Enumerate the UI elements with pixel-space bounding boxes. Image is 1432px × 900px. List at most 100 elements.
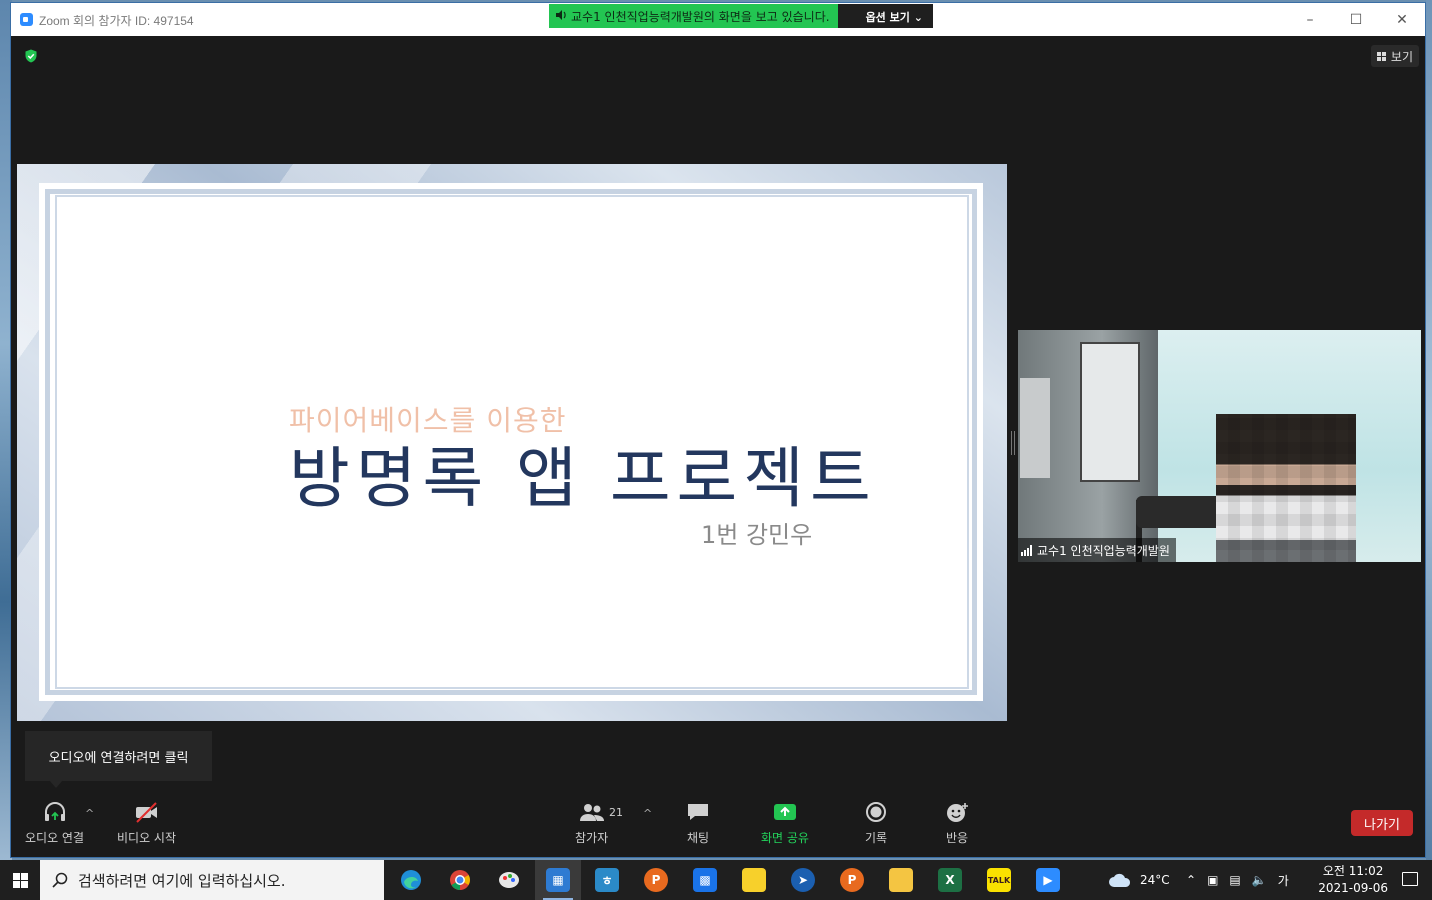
security-shield-icon[interactable]	[24, 49, 38, 63]
reactions-label: 반응	[945, 831, 969, 845]
volume-muted-icon[interactable]: 🔈	[1252, 873, 1267, 887]
zoom-app[interactable]: ▶	[1032, 864, 1064, 896]
chat-label: 채팅	[686, 831, 710, 845]
chrome-icon	[450, 870, 470, 890]
view-options-label: 옵션 보기	[865, 11, 910, 24]
windows-taskbar: 검색하려면 여기에 입력하십시오. ▦ ㅎ P ▩ ➤ P X TALK ▶ 2…	[0, 860, 1432, 900]
splitter-handle[interactable]	[1011, 431, 1015, 455]
weather-widget[interactable]: 24°C	[1108, 860, 1170, 900]
windows-logo-icon	[12, 872, 28, 888]
network-icon[interactable]: ▤	[1229, 873, 1240, 887]
chevron-down-icon: ⌄	[913, 11, 923, 24]
meet-now-icon[interactable]: ▣	[1207, 873, 1218, 887]
calendar-icon: ▩	[693, 868, 717, 892]
desktop-wallpaper-right	[1426, 0, 1432, 860]
zoom-meeting-window: Zoom 회의 참가자 ID: 497154 – ☐ ✕ 교수1 인천직업능력개…	[10, 2, 1426, 858]
video-off-icon	[135, 802, 157, 823]
powerpoint-icon: P	[644, 868, 668, 892]
screen-share-banner: 교수1 인천직업능력개발원의 화면을 보고 있습니다. 옵션 보기 ⌄	[549, 4, 933, 28]
video-calendar	[1020, 378, 1050, 478]
record-icon	[866, 802, 886, 822]
record-button[interactable]: 기록	[863, 801, 889, 846]
slide-author: 1번 강민우	[701, 521, 813, 549]
meeting-toolbar: 오디오 연결 ^ 비디오 시작 참가자 21 ^ 채팅 화면 공유 기록 반응	[11, 791, 1425, 857]
taskbar-search[interactable]: 검색하려면 여기에 입력하십시오.	[40, 860, 384, 900]
system-tray: ⌃ ▣ ▤ 🔈 가	[1186, 860, 1289, 900]
hangul-icon: ㅎ	[595, 868, 619, 892]
weather-temperature: 24°C	[1140, 873, 1170, 887]
grid-view-icon	[1376, 51, 1387, 61]
notification-center-icon[interactable]	[1402, 872, 1418, 886]
taskbar-clock[interactable]: 오전 11:02 2021-09-06	[1318, 863, 1388, 897]
edge-app[interactable]	[395, 864, 427, 896]
kakaotalk-app[interactable]: TALK	[983, 864, 1015, 896]
share-screen-label: 화면 공유	[761, 831, 809, 845]
search-icon	[52, 872, 68, 888]
calculator-app[interactable]: ▦	[542, 864, 574, 896]
slide-title: 방명록 앱 프로젝트	[289, 440, 877, 517]
search-placeholder: 검색하려면 여기에 입력하십시오.	[78, 871, 286, 890]
pilot-app[interactable]: ➤	[787, 864, 819, 896]
close-button[interactable]: ✕	[1379, 3, 1425, 36]
leave-button[interactable]: 나가기	[1351, 810, 1413, 836]
window-title: Zoom 회의 참가자 ID: 497154	[39, 14, 194, 28]
view-options-button[interactable]: 옵션 보기 ⌄	[837, 4, 933, 28]
headphones-icon	[44, 802, 65, 821]
paint-app[interactable]	[493, 864, 525, 896]
share-screen-button[interactable]: 화면 공유	[761, 801, 809, 846]
sticky-notes-icon	[742, 868, 766, 892]
view-label: 보기	[1390, 49, 1413, 64]
ime-indicator[interactable]: 가	[1278, 872, 1289, 889]
signal-strength-icon	[1021, 544, 1032, 556]
share-status: 교수1 인천직업능력개발원의 화면을 보고 있습니다.	[549, 4, 838, 28]
video-board	[1080, 342, 1140, 482]
audio-tooltip-tail	[49, 780, 63, 788]
participants-label: 참가자	[575, 831, 609, 845]
chrome-app[interactable]	[444, 864, 476, 896]
zoom-logo-icon	[20, 13, 33, 26]
tray-expand-icon[interactable]: ⌃	[1186, 873, 1196, 887]
kakaotalk-icon: TALK	[987, 868, 1011, 892]
powerpoint-icon: P	[840, 868, 864, 892]
slide-content: 파이어베이스를 이용한 방명록 앱 프로젝트 1번 강민우	[55, 195, 969, 689]
calendar-app[interactable]: ▩	[689, 864, 721, 896]
file-explorer-app[interactable]	[885, 864, 917, 896]
zoom-icon: ▶	[1036, 868, 1060, 892]
participant-count: 21	[609, 806, 623, 819]
pilot-icon: ➤	[791, 868, 815, 892]
participants-icon	[579, 804, 604, 821]
record-label: 기록	[864, 831, 888, 845]
shared-screen-slide: 파이어베이스를 이용한 방명록 앱 프로젝트 1번 강민우	[17, 164, 1007, 721]
start-video-button[interactable]: 비디오 시작	[117, 801, 176, 846]
minimize-button[interactable]: –	[1287, 3, 1333, 36]
participant-name: 교수1 인천직업능력개발원	[1037, 543, 1170, 558]
edge-icon	[401, 870, 421, 890]
clock-date: 2021-09-06	[1318, 881, 1388, 895]
audio-options-caret[interactable]: ^	[85, 807, 94, 820]
powerpoint-app[interactable]: P	[640, 864, 672, 896]
participants-options-caret[interactable]: ^	[643, 807, 652, 820]
participant-video[interactable]: 교수1 인천직업능력개발원	[1018, 330, 1421, 562]
clock-time: 오전 11:02	[1322, 864, 1384, 878]
join-audio-button[interactable]: 오디오 연결	[25, 801, 84, 846]
emoji-reaction-icon	[947, 803, 968, 822]
audio-tooltip: 오디오에 연결하려면 클릭	[25, 731, 212, 781]
hangul-app[interactable]: ㅎ	[591, 864, 623, 896]
powerpoint-app-2[interactable]: P	[836, 864, 868, 896]
excel-icon: X	[938, 868, 962, 892]
paint-icon	[499, 872, 519, 888]
view-button[interactable]: 보기	[1370, 45, 1419, 67]
share-status-text: 교수1 인천직업능력개발원의 화면을 보고 있습니다.	[571, 10, 830, 24]
reactions-button[interactable]: 반응	[944, 801, 970, 846]
join-audio-label: 오디오 연결	[25, 831, 85, 845]
start-button[interactable]	[0, 860, 40, 900]
cloud-icon	[1109, 873, 1131, 887]
participants-button[interactable]: 참가자	[575, 801, 608, 846]
excel-app[interactable]: X	[934, 864, 966, 896]
speaker-icon	[556, 10, 566, 20]
maximize-button[interactable]: ☐	[1333, 3, 1379, 36]
chat-button[interactable]: 채팅	[685, 801, 711, 846]
file-explorer-icon	[889, 868, 913, 892]
video-person-pixelated	[1216, 414, 1356, 562]
sticky-notes-app[interactable]	[738, 864, 770, 896]
